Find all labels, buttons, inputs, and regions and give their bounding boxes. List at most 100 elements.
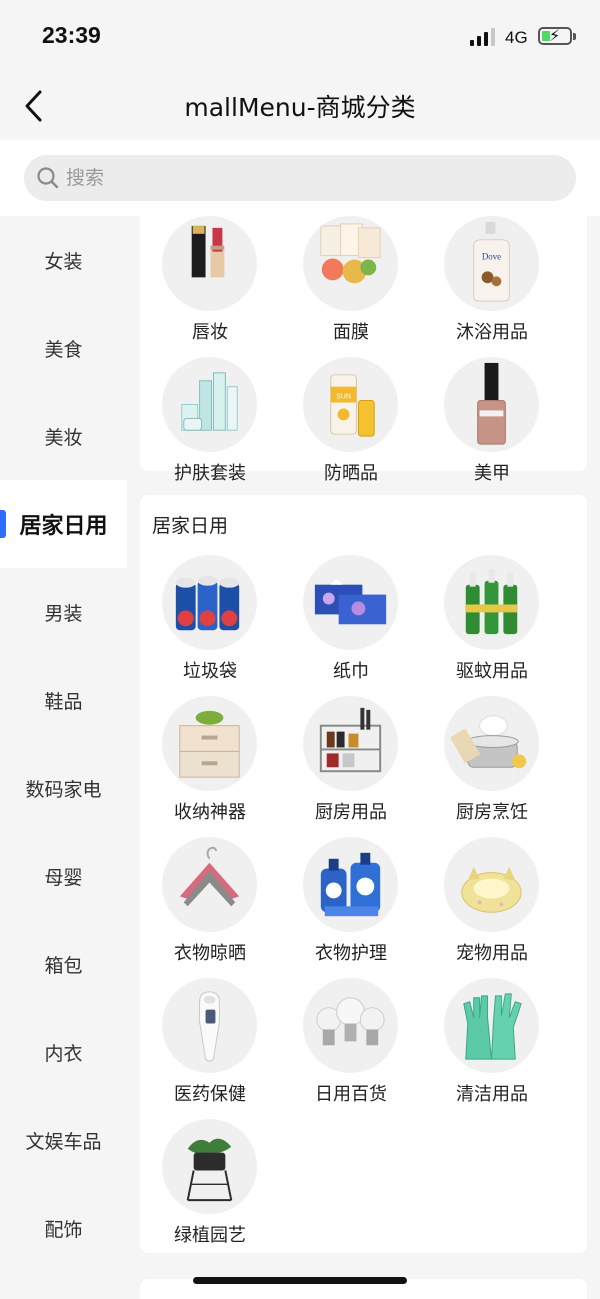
category-item-label: 沐浴用品: [456, 322, 528, 343]
category-item[interactable]: 清洁用品: [422, 978, 562, 1118]
category-item[interactable]: 日用百货: [281, 978, 421, 1118]
sidebar-item[interactable]: 文娱车品: [0, 1096, 127, 1184]
category-item[interactable]: 护肤套装: [140, 357, 280, 497]
category-item-label: 面膜: [333, 322, 369, 343]
category-item[interactable]: 唇妆: [140, 216, 280, 356]
nav-bar: mallMenu-商城分类: [0, 72, 600, 140]
sidebar-item[interactable]: 箱包: [0, 920, 127, 1008]
category-item-label: 纸巾: [333, 661, 369, 682]
sidebar-item-label: 居家日用: [19, 514, 108, 539]
category-item[interactable]: 绿植园艺: [140, 1119, 280, 1259]
nail-polish-icon: [444, 357, 539, 452]
category-sidebar: 女装美食美妆居家日用男装鞋品数码家电母婴箱包内衣文娱车品配饰: [0, 216, 127, 1299]
search-bar[interactable]: [24, 155, 576, 201]
search-input[interactable]: [66, 155, 556, 201]
category-item[interactable]: 衣物晾晒: [140, 837, 280, 977]
battery-tip: [573, 33, 576, 40]
sidebar-item-label: 美妆: [44, 426, 83, 449]
sidebar-item-label: 数码家电: [25, 778, 102, 801]
category-item-label: 厨房用品: [315, 802, 387, 823]
sidebar-item-label: 男装: [44, 602, 83, 625]
sidebar-item-label: 箱包: [44, 954, 83, 977]
home-indicator: [193, 1277, 407, 1284]
svg-text:SUN: SUN: [336, 394, 351, 401]
search-icon: [37, 167, 59, 189]
skincare-set-icon: [162, 357, 257, 452]
potted-plant-icon: [162, 1119, 257, 1214]
category-item-label: 厨房烹饪: [456, 802, 528, 823]
body-wash-icon: Dove: [444, 216, 539, 311]
hanger-icon: [162, 837, 257, 932]
sidebar-item[interactable]: 女装: [0, 216, 127, 304]
category-item-label: 护肤套装: [174, 463, 246, 484]
category-item[interactable]: 收纳神器: [140, 696, 280, 836]
svg-text:Dove: Dove: [482, 252, 501, 262]
category-item-label: 绿植园艺: [174, 1225, 246, 1246]
sidebar-item[interactable]: 美食: [0, 304, 127, 392]
sidebar-item[interactable]: 美妆: [0, 392, 127, 480]
category-item[interactable]: 纸巾: [281, 555, 421, 695]
signal-icon: [470, 28, 498, 46]
sidebar-item[interactable]: 配饰: [0, 1184, 127, 1272]
sidebar-item-label: 内衣: [44, 1042, 83, 1065]
sidebar-item-label: 配饰: [44, 1218, 83, 1241]
category-item[interactable]: Dove 沐浴用品: [422, 216, 562, 356]
face-mask-icon: [303, 216, 398, 311]
network-type: 4G: [505, 28, 528, 47]
category-item[interactable]: 医药保健: [140, 978, 280, 1118]
category-item-label: 唇妆: [192, 322, 228, 343]
mosquito-repellent-icon: [444, 555, 539, 650]
category-item-label: 垃圾袋: [183, 661, 237, 682]
category-item-label: 衣物晾晒: [174, 943, 246, 964]
status-bar: 23:39 4G ⚡: [0, 0, 600, 72]
active-indicator: [0, 510, 6, 538]
cooking-pot-icon: [444, 696, 539, 791]
storage-box-icon: [162, 696, 257, 791]
kitchen-rack-icon: [303, 696, 398, 791]
category-item[interactable]: 面膜: [281, 216, 421, 356]
category-item-label: 收纳神器: [174, 802, 246, 823]
sidebar-item-label: 鞋品: [44, 690, 83, 713]
category-item-label: 衣物护理: [315, 943, 387, 964]
sidebar-item[interactable]: 居家日用: [0, 480, 127, 568]
sidebar-item-label: 美食: [44, 338, 83, 361]
category-content: 唇妆 面膜 Dove 沐浴用品 护肤套装 SUN 防晒品 美甲 居家日用 垃圾袋…: [127, 216, 600, 1299]
sidebar-item[interactable]: 男装: [0, 568, 127, 656]
category-section: 唇妆 面膜 Dove 沐浴用品 护肤套装 SUN 防晒品 美甲: [140, 216, 587, 484]
page-title: mallMenu-商城分类: [184, 93, 416, 122]
category-item[interactable]: 驱蚊用品: [422, 555, 562, 695]
category-item[interactable]: 美甲: [422, 357, 562, 497]
sidebar-item-label: 母婴: [44, 866, 83, 889]
category-item-label: 清洁用品: [456, 1084, 528, 1105]
sunscreen-icon: SUN: [303, 357, 398, 452]
category-item-label: 日用百货: [315, 1084, 387, 1105]
sidebar-item-label: 女装: [44, 250, 83, 273]
category-item-label: 医药保健: [174, 1084, 246, 1105]
category-item[interactable]: SUN 防晒品: [281, 357, 421, 497]
category-item-label: 宠物用品: [456, 943, 528, 964]
category-item[interactable]: 厨房用品: [281, 696, 421, 836]
search-section: [0, 140, 600, 216]
battery-icon: ⚡: [538, 26, 572, 45]
category-item-label: 美甲: [474, 463, 510, 484]
tissue-icon: [303, 555, 398, 650]
lipstick-icon: [162, 216, 257, 311]
sidebar-item[interactable]: 母婴: [0, 832, 127, 920]
category-item[interactable]: 衣物护理: [281, 837, 421, 977]
rubber-gloves-icon: [444, 978, 539, 1073]
sidebar-item[interactable]: 数码家电: [0, 744, 127, 832]
category-item-label: 驱蚊用品: [456, 661, 528, 682]
laundry-detergent-icon: [303, 837, 398, 932]
light-bulb-icon: [303, 978, 398, 1073]
pet-bed-icon: [444, 837, 539, 932]
sidebar-item[interactable]: 鞋品: [0, 656, 127, 744]
thermometer-icon: [162, 978, 257, 1073]
category-item[interactable]: 宠物用品: [422, 837, 562, 977]
category-item[interactable]: 垃圾袋: [140, 555, 280, 695]
category-section: 居家日用 垃圾袋 纸巾 驱蚊用品 收纳神器 厨房用品 厨房烹饪 衣物晾晒 衣物护…: [140, 495, 587, 1253]
trash-bag-icon: [162, 555, 257, 650]
category-item[interactable]: 厨房烹饪: [422, 696, 562, 836]
sidebar-item[interactable]: 内衣: [0, 1008, 127, 1096]
status-time: 23:39: [42, 22, 101, 48]
section-title: 居家日用: [152, 515, 229, 537]
